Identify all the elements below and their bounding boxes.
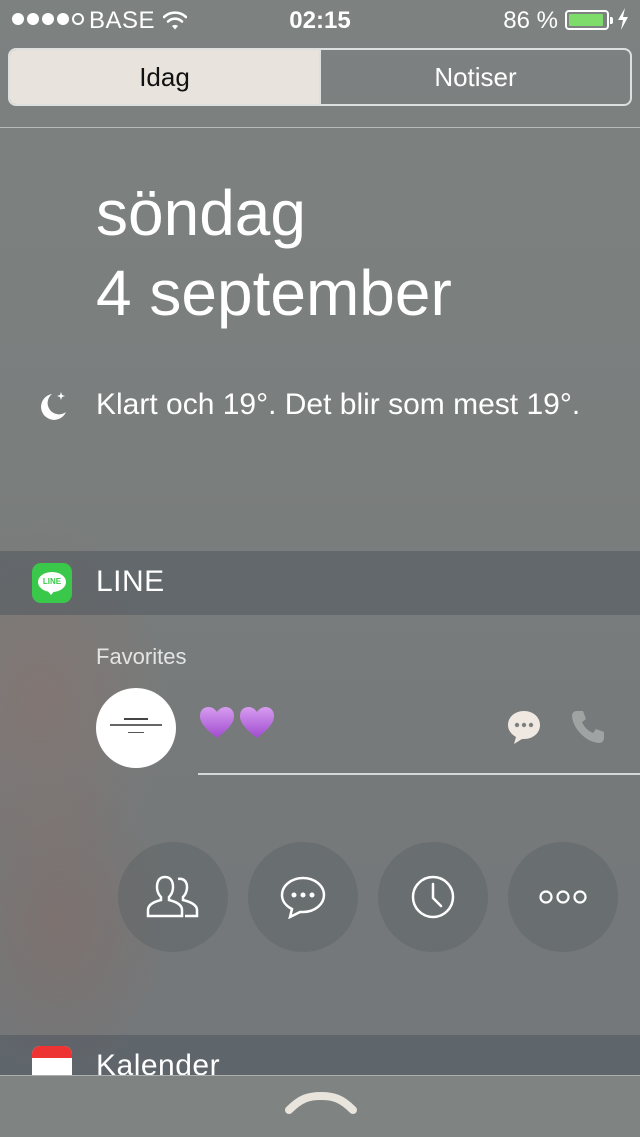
line-widget-header[interactable]: LINE LINE [0, 551, 640, 615]
bottom-grabber-bar[interactable] [0, 1075, 640, 1137]
line-app-icon: LINE [32, 563, 72, 603]
clock-icon [411, 875, 455, 919]
history-button[interactable] [378, 842, 488, 952]
weekday-label: söndag [96, 177, 306, 249]
purple-heart-icon [200, 707, 274, 738]
contact-row-divider [198, 773, 640, 775]
more-icon [539, 890, 587, 904]
calendar-widget-header[interactable]: Kalender [0, 1035, 640, 1075]
tab-idag[interactable]: Idag [10, 50, 319, 104]
battery-percentage: 86 % [503, 7, 558, 34]
calendar-app-icon [32, 1046, 72, 1075]
chats-icon [280, 876, 326, 919]
moon-stars-icon [36, 390, 70, 429]
weather-summary: Klart och 19°. Det blir som mest 19°. [96, 388, 581, 421]
friends-icon [146, 875, 199, 918]
contact-name[interactable] [198, 704, 278, 749]
contact-avatar[interactable] [96, 688, 176, 768]
status-bar: BASE 02:15 86 % [0, 0, 640, 40]
calendar-widget-title: Kalender [96, 1049, 221, 1075]
date-label: 4 september [96, 257, 452, 329]
chevron-up-icon[interactable] [285, 1091, 357, 1121]
favorites-label: Favorites [96, 644, 187, 669]
charging-bolt-icon [617, 8, 629, 37]
phone-icon[interactable] [569, 708, 607, 751]
chats-button[interactable] [248, 842, 358, 952]
line-widget-title: LINE [96, 565, 165, 598]
chat-bubble-icon[interactable] [505, 708, 543, 751]
tab-notiser[interactable]: Notiser [319, 50, 630, 104]
battery-icon [565, 10, 613, 30]
view-segmented-control: Idag Notiser [8, 48, 632, 106]
header-divider [0, 127, 640, 128]
friends-button[interactable] [118, 842, 228, 952]
more-button[interactable] [508, 842, 618, 952]
